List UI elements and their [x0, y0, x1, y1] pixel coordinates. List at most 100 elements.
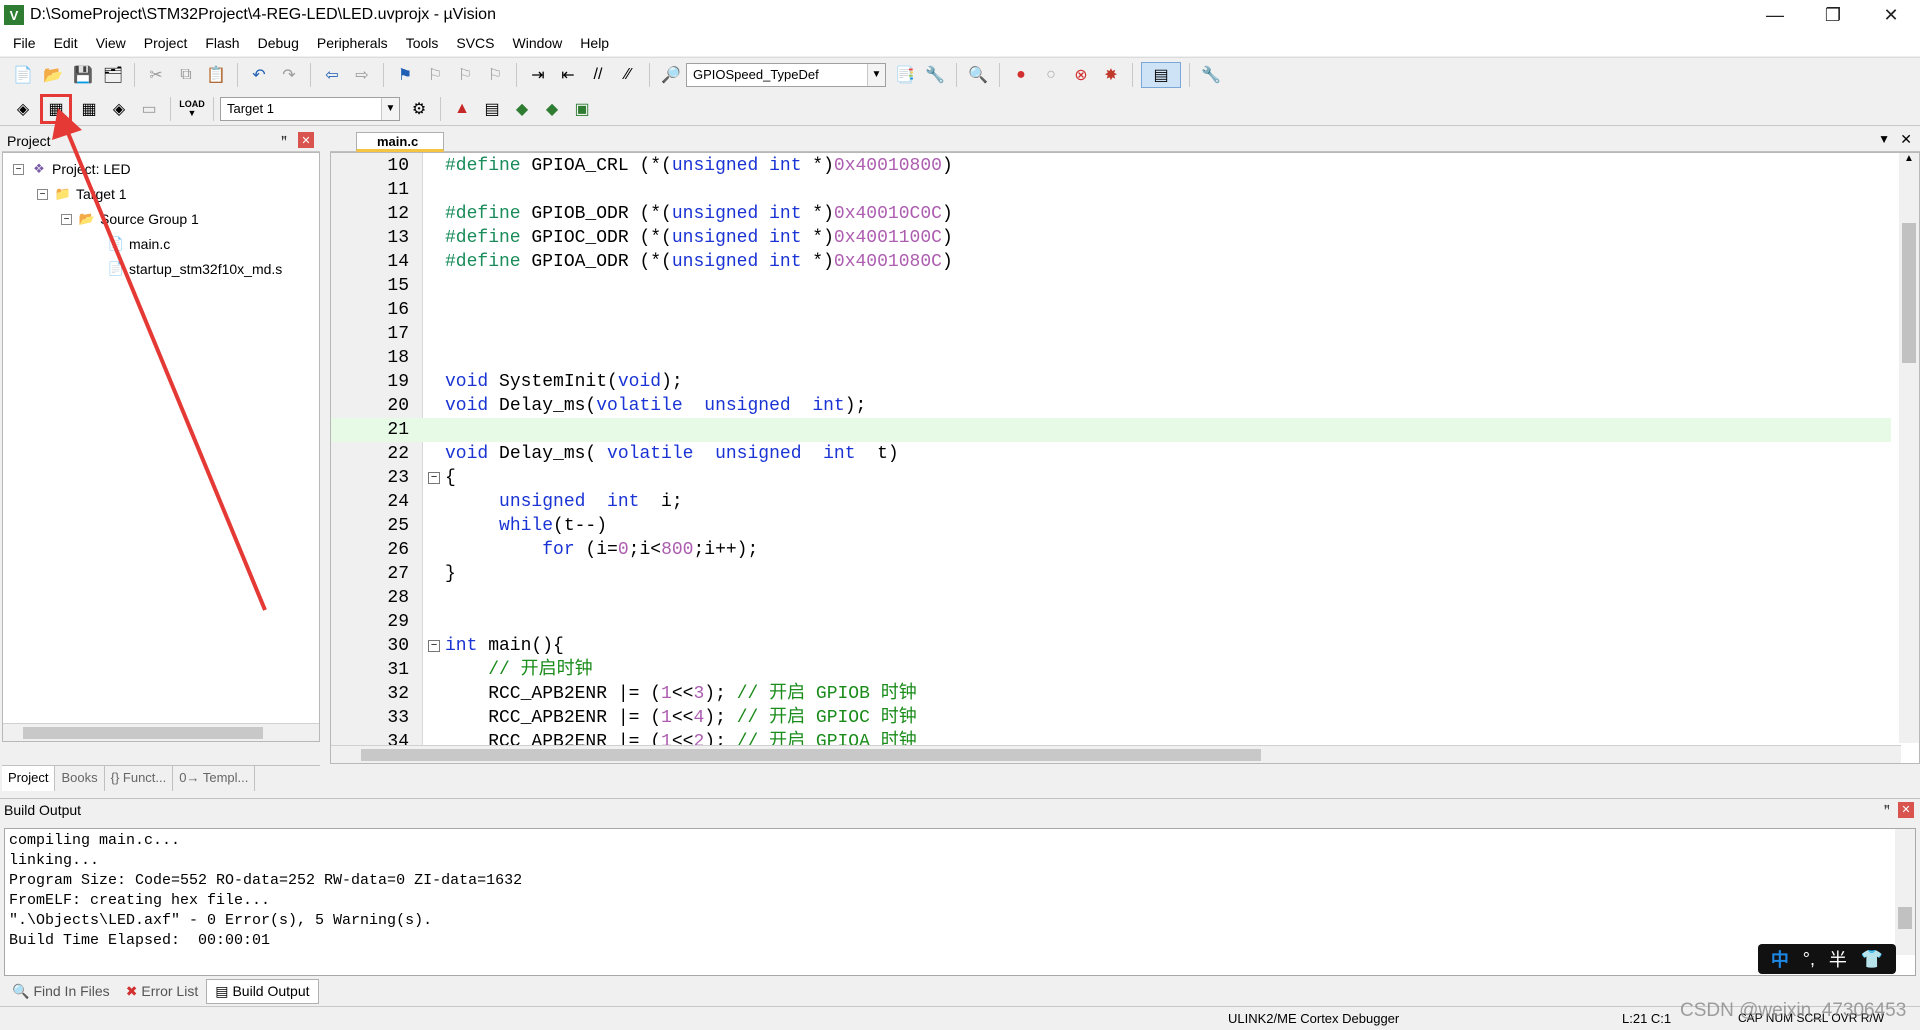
target-combo[interactable]: Target 1 ▼	[220, 96, 400, 121]
menu-debug[interactable]: Debug	[249, 35, 308, 51]
tab-templates[interactable]: 0→ Templ...	[173, 766, 256, 791]
translate-icon[interactable]: ◈	[10, 96, 36, 122]
tab-build-output[interactable]: ▤ Build Output	[206, 978, 319, 1004]
menu-peripherals[interactable]: Peripherals	[308, 35, 397, 51]
cut-icon[interactable]: ✂	[143, 62, 169, 88]
tree-node-startup-file[interactable]: 📄 startup_stm32f10x_md.s	[107, 257, 282, 281]
manage-project-items-icon[interactable]: ▲	[449, 96, 475, 122]
code-line[interactable]: 12 #define GPIOB_ODR (*(unsigned int *)0x…	[331, 202, 1891, 226]
code-line[interactable]: 30 − int main(){	[331, 634, 1891, 658]
tab-project[interactable]: Project	[2, 766, 56, 791]
download-load-icon[interactable]: LOAD ▼	[179, 96, 205, 122]
run-time-environment-icon[interactable]: ◆	[539, 96, 565, 122]
find-combo[interactable]: GPIOSpeed_TypeDef ▼	[686, 62, 886, 87]
scroll-up-icon[interactable]: ▲	[1899, 153, 1919, 164]
kill-breakpoints-icon[interactable]: ✸	[1098, 62, 1124, 88]
menu-project[interactable]: Project	[135, 35, 197, 51]
code-line[interactable]: 23 −{	[331, 466, 1891, 490]
build-icon[interactable]: ▦	[40, 93, 72, 124]
indent-icon[interactable]: ⇥	[525, 62, 551, 88]
pack-installer-icon[interactable]: ◆	[509, 96, 535, 122]
menu-window[interactable]: Window	[504, 35, 572, 51]
code-line[interactable]: 10 #define GPIOA_CRL (*(unsigned int *)0x…	[331, 154, 1891, 178]
code-line[interactable]: 24 unsigned int i;	[331, 490, 1891, 514]
debug-session-icon[interactable]: 🔍	[965, 62, 991, 88]
close-tab-icon[interactable]: ✕	[1900, 131, 1912, 148]
code-line[interactable]: 15	[331, 274, 1891, 298]
project-horizontal-scrollbar[interactable]	[3, 723, 319, 741]
menu-view[interactable]: View	[87, 35, 135, 51]
insert-breakpoint-icon[interactable]: ●	[1008, 62, 1034, 88]
code-line[interactable]: 17	[331, 322, 1891, 346]
configure-icon[interactable]: 🔧	[1198, 62, 1224, 88]
close-window-button[interactable]: ✕	[1862, 0, 1920, 30]
code-line[interactable]: 13 #define GPIOC_ODR (*(unsigned int *)0x…	[331, 226, 1891, 250]
fold-icon[interactable]: −	[428, 472, 440, 484]
fold-icon[interactable]: −	[428, 640, 440, 652]
code-line[interactable]: 28	[331, 586, 1891, 610]
scroll-thumb[interactable]	[361, 749, 1261, 761]
undo-icon[interactable]: ↶	[246, 62, 272, 88]
next-bookmark-icon[interactable]: ⚐	[452, 62, 478, 88]
code-line[interactable]: 27}	[331, 562, 1891, 586]
minimize-button[interactable]: —	[1746, 0, 1804, 30]
close-panel-icon[interactable]: ✕	[298, 132, 314, 148]
disable-breakpoints-icon[interactable]: ⊗	[1068, 62, 1094, 88]
code-editor[interactable]: 10 #define GPIOA_CRL (*(unsigned int *)0x…	[330, 152, 1920, 764]
bookmark-icon[interactable]: ⚑	[392, 62, 418, 88]
comment-icon[interactable]: //	[585, 62, 611, 88]
tab-list-icon[interactable]: ▼	[1878, 132, 1890, 146]
tab-main-c[interactable]: main.c	[356, 132, 444, 152]
code-line[interactable]: 18	[331, 346, 1891, 370]
code-line[interactable]: 22 void Delay_ms( volatile unsigned int t…	[331, 442, 1891, 466]
output-vertical-scrollbar[interactable]	[1895, 829, 1915, 955]
ime-half-width[interactable]: 半	[1829, 946, 1847, 972]
unindent-icon[interactable]: ⇤	[555, 62, 581, 88]
enable-breakpoint-icon[interactable]: ○	[1038, 62, 1064, 88]
code-line[interactable]: 14 #define GPIOA_ODR (*(unsigned int *)0x…	[331, 250, 1891, 274]
copy-icon[interactable]: ⧉	[173, 62, 199, 88]
collapse-icon[interactable]: −	[13, 163, 24, 175]
menu-svcs[interactable]: SVCS	[447, 35, 503, 51]
chevron-down-icon[interactable]: ▼	[867, 63, 885, 86]
ime-punctuation[interactable]: °,	[1803, 949, 1815, 970]
code-line[interactable]: 29	[331, 610, 1891, 634]
build-output-window[interactable]: compiling main.c... linking... Program S…	[4, 828, 1916, 976]
pin-icon[interactable]: ꟸ	[276, 132, 292, 148]
tree-node-source-group[interactable]: − 📂 Source Group 1	[61, 207, 199, 231]
new-file-icon[interactable]: 📄	[10, 62, 36, 88]
navigate-back-icon[interactable]: ⇦	[319, 62, 345, 88]
maximize-button[interactable]: ❐	[1804, 0, 1862, 30]
menu-flash[interactable]: Flash	[196, 35, 248, 51]
tab-find-in-files[interactable]: 🔍 Find In Files	[4, 980, 118, 1003]
uncomment-icon[interactable]: ⁄⁄	[615, 62, 641, 88]
chevron-down-icon[interactable]: ▼	[381, 97, 399, 120]
window-layout-icon[interactable]: ▤	[1141, 61, 1181, 88]
clear-bookmarks-icon[interactable]: ⚐	[482, 62, 508, 88]
tab-error-list[interactable]: ✖ Error List	[118, 980, 207, 1003]
code-line[interactable]: 33 RCC_APB2ENR |= (1<<4); // 开启 GPIOC 时钟	[331, 706, 1891, 730]
ime-skin-icon[interactable]: 👕	[1861, 949, 1883, 970]
navigate-forward-icon[interactable]: ⇨	[349, 62, 375, 88]
redo-icon[interactable]: ↷	[276, 62, 302, 88]
select-packs-icon[interactable]: ▤	[479, 96, 505, 122]
prev-bookmark-icon[interactable]: ⚐	[422, 62, 448, 88]
paste-icon[interactable]: 📋	[203, 62, 229, 88]
rebuild-icon[interactable]: ▦	[76, 96, 102, 122]
editor-horizontal-scrollbar[interactable]	[331, 745, 1901, 763]
open-file-icon[interactable]: 📂	[40, 62, 66, 88]
code-line[interactable]: 25 while(t--)	[331, 514, 1891, 538]
find-replace-icon[interactable]: 🔧	[922, 62, 948, 88]
save-all-icon[interactable]: 🗂	[100, 62, 126, 88]
software-packs-icon[interactable]: ▣	[569, 96, 595, 122]
tree-node-main-c[interactable]: 📄 main.c	[107, 232, 170, 256]
ime-chinese-mode[interactable]: 中	[1771, 946, 1789, 972]
incremental-find-icon[interactable]: 📑	[892, 62, 918, 88]
tab-functions[interactable]: {} Funct...	[105, 766, 174, 791]
collapse-icon[interactable]: −	[61, 213, 72, 225]
code-line[interactable]: 21	[331, 418, 1891, 442]
collapse-icon[interactable]: −	[37, 188, 48, 200]
scroll-thumb[interactable]	[1898, 907, 1912, 929]
batch-build-icon[interactable]: ◈	[106, 96, 132, 122]
pin-icon[interactable]: ꟸ	[1884, 803, 1890, 816]
